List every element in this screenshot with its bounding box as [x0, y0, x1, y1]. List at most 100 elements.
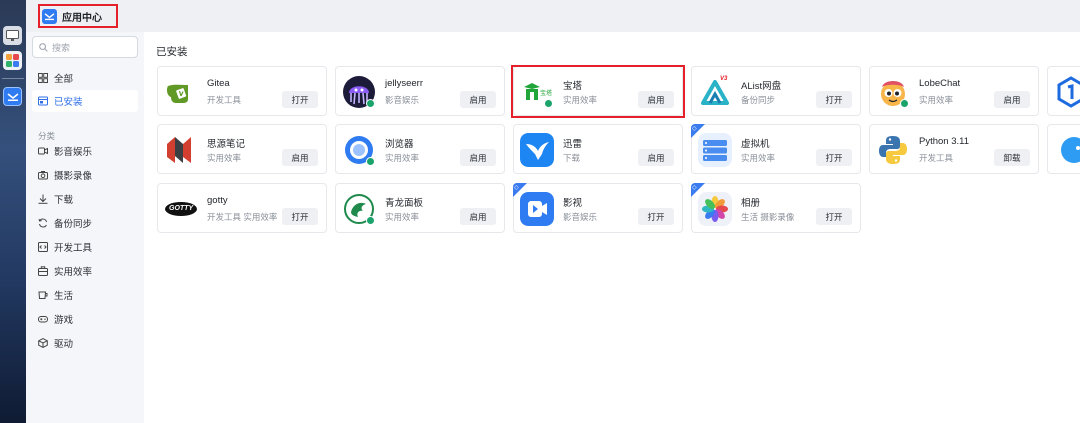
open-button[interactable]: 打开: [638, 208, 674, 225]
sidebar-item-all[interactable]: 全部: [32, 67, 138, 89]
app-name: 思源笔记: [207, 139, 246, 150]
app-card-photos[interactable]: ◇ 相册 生活 摄影录像 打开: [691, 183, 861, 233]
installed-badge-icon: [366, 157, 375, 166]
sidebar-item-label: 全部: [54, 74, 74, 85]
app-center-logo-icon: [42, 8, 57, 24]
app-card-thunder[interactable]: 迅雷 下载 启用: [513, 124, 683, 174]
app-category: 生活 摄影录像: [741, 212, 795, 222]
vm-icon: [698, 133, 732, 167]
app-name: 虚拟机: [741, 139, 770, 150]
app-name: 迅雷: [563, 139, 583, 150]
app-name: gotty: [207, 195, 228, 206]
code-icon: [38, 242, 48, 252]
app-card-lobechat[interactable]: LobeChat 实用效率 启用: [869, 66, 1039, 116]
jellyseerr-icon: [342, 75, 376, 109]
app-category: 下载: [563, 153, 581, 163]
python-icon: [876, 133, 910, 167]
open-button[interactable]: 打开: [282, 208, 318, 225]
enable-button[interactable]: 启用: [994, 91, 1030, 108]
enable-button[interactable]: 启用: [638, 149, 674, 166]
app-name: jellyseerr: [385, 78, 424, 89]
siyuan-icon: [164, 133, 198, 167]
app-card-partial-1[interactable]: [1047, 66, 1080, 116]
sidebar-item-media[interactable]: 影音娱乐: [32, 140, 138, 162]
app-card-jellyseerr[interactable]: jellyseerr 影音娱乐 启用: [335, 66, 505, 116]
new-badge-corner: ◇: [513, 183, 527, 197]
sidebar-item-life[interactable]: 生活: [32, 284, 138, 306]
app-card-python[interactable]: Python 3.11 开发工具 卸载: [869, 124, 1039, 174]
sidebar-item-installed[interactable]: 已安装: [32, 90, 138, 112]
sidebar-item-games[interactable]: 游戏: [32, 308, 138, 330]
enable-button[interactable]: 启用: [460, 208, 496, 225]
window-title: 应用中心: [38, 4, 118, 28]
open-button[interactable]: 打开: [816, 149, 852, 166]
gamepad-icon: [38, 316, 48, 323]
partial-app-icon: [1054, 75, 1080, 109]
app-name: 相册: [741, 198, 761, 209]
app-card-partial-2[interactable]: [1047, 124, 1080, 174]
sidebar-item-label: 下载: [54, 195, 74, 206]
enable-button[interactable]: 启用: [638, 91, 674, 108]
app-center-dock-icon[interactable]: [3, 87, 22, 106]
sidebar-item-backup[interactable]: 备份同步: [32, 212, 138, 234]
gitea-icon: [164, 75, 198, 109]
open-button[interactable]: 打开: [282, 91, 318, 108]
search-input[interactable]: 搜索: [32, 36, 138, 58]
cube-icon: [38, 338, 48, 348]
enable-button[interactable]: 启用: [460, 91, 496, 108]
app-category: 影音娱乐: [563, 212, 598, 222]
new-badge-icon: ◇: [514, 185, 519, 191]
photos-icon: [698, 192, 732, 226]
monitor-icon[interactable]: [3, 26, 22, 45]
new-badge-corner: ◇: [691, 124, 705, 138]
app-category: 影音娱乐: [385, 95, 420, 105]
enable-button[interactable]: 启用: [282, 149, 318, 166]
baota-icon: 宝塔: [520, 75, 554, 109]
sidebar-item-label: 实用效率: [54, 267, 93, 278]
app-category: 实用效率: [385, 212, 420, 222]
enable-button[interactable]: 启用: [460, 149, 496, 166]
dock-divider: [2, 78, 24, 79]
sidebar-item-drivers[interactable]: 驱动: [32, 332, 138, 354]
app-card-video[interactable]: ◇ 影视 影音娱乐 打开: [513, 183, 683, 233]
app-name: AList网盘: [741, 81, 782, 92]
app-card-gotty[interactable]: GOTTY gotty 开发工具 实用效率 打开: [157, 183, 327, 233]
sidebar-item-download[interactable]: 下载: [32, 188, 138, 210]
open-button[interactable]: 打开: [816, 91, 852, 108]
sidebar: 搜索 全部 已安装 分类 影音娱乐 摄影录像 下载 备份同步 开发工具 实用效率…: [26, 32, 144, 423]
sidebar-item-photography[interactable]: 摄影录像: [32, 164, 138, 186]
briefcase-icon: [38, 266, 48, 276]
main-content: 已安装 Gitea 开发工具 打开 jellyseerr 影音娱乐 启用 宝塔: [144, 32, 1080, 423]
app-card-gitea[interactable]: Gitea 开发工具 打开: [157, 66, 327, 116]
app-card-qinglong[interactable]: 青龙面板 实用效率 启用: [335, 183, 505, 233]
sidebar-item-devtools[interactable]: 开发工具: [32, 236, 138, 258]
installed-badge-icon: [366, 99, 375, 108]
app-card-alist[interactable]: V3 AList网盘 备份同步 打开: [691, 66, 861, 116]
app-grid-icon[interactable]: [3, 51, 22, 70]
sidebar-item-label: 游戏: [54, 315, 74, 326]
app-card-siyuan[interactable]: 思源笔记 实用效率 启用: [157, 124, 327, 174]
sidebar-item-label: 驱动: [54, 339, 74, 350]
new-badge-corner: ◇: [691, 183, 705, 197]
gotty-icon: GOTTY: [164, 192, 198, 226]
app-category: 开发工具 实用效率: [207, 212, 278, 222]
desktop-dock: [0, 0, 26, 423]
app-name: LobeChat: [919, 78, 961, 89]
uninstall-button[interactable]: 卸载: [994, 149, 1030, 166]
sidebar-item-label: 生活: [54, 291, 74, 302]
installed-icon: [38, 96, 48, 106]
app-card-vm[interactable]: ◇ 虚拟机 实用效率 打开: [691, 124, 861, 174]
page-title: 已安装: [156, 46, 188, 58]
app-card-baota[interactable]: 宝塔 宝塔 实用效率 启用: [513, 66, 683, 116]
app-name: Python 3.11: [919, 136, 970, 147]
open-button[interactable]: 打开: [816, 208, 852, 225]
app-name: Gitea: [207, 78, 230, 89]
sidebar-item-productivity[interactable]: 实用效率: [32, 260, 138, 282]
partial-app-icon: [1054, 133, 1080, 167]
grid-icon: [38, 73, 48, 83]
app-name: 宝塔: [563, 81, 583, 92]
video-icon: [38, 147, 48, 155]
sidebar-item-label: 影音娱乐: [54, 147, 93, 158]
qinglong-icon: [342, 192, 376, 226]
app-card-browser[interactable]: 浏览器 实用效率 启用: [335, 124, 505, 174]
